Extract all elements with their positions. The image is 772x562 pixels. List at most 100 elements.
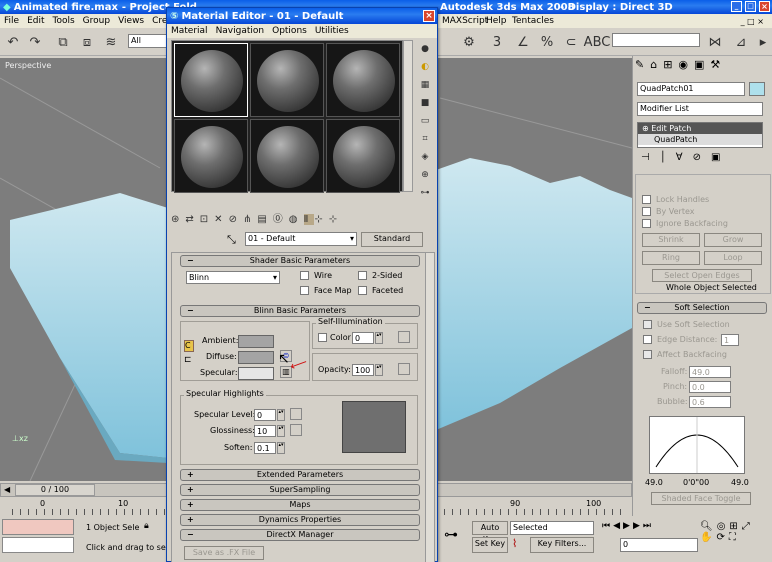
sample-slot-scrollbar[interactable] xyxy=(403,40,413,192)
redo-icon[interactable]: ↷ xyxy=(24,31,46,53)
go-to-parent-icon[interactable]: ⊹ xyxy=(314,214,328,225)
set-key-icon[interactable]: ⌇ xyxy=(512,537,517,550)
make-preview-icon[interactable]: ⌗ xyxy=(418,132,432,146)
snap-toggle-icon[interactable]: ⚙ xyxy=(458,31,480,53)
menu-tentacles[interactable]: Tentacles xyxy=(508,16,558,26)
modifier-list-dropdown[interactable]: Modifier List xyxy=(637,102,763,116)
viewport-label[interactable]: Perspective xyxy=(5,61,51,70)
undo-icon[interactable]: ↶ xyxy=(2,31,24,53)
go-forward-to-sibling-icon[interactable]: ⊹ xyxy=(329,214,343,225)
loop-button[interactable]: Loop xyxy=(704,251,762,265)
spinner-snap-icon[interactable]: ⊂ xyxy=(560,31,582,53)
shader-basic-rollout[interactable]: − Shader Basic Parameters xyxy=(180,255,420,267)
bubble-field[interactable]: 0.6 xyxy=(689,396,731,408)
directx-manager-rollout[interactable]: − DirectX Manager xyxy=(180,529,420,541)
glossiness-map-button[interactable] xyxy=(290,424,302,436)
material-type-button[interactable]: Standard xyxy=(361,232,423,247)
maps-rollout[interactable]: + Maps xyxy=(180,499,420,511)
stack-item-edit-patch[interactable]: ⊕ Edit Patch xyxy=(638,123,762,134)
parameters-scrollbar[interactable] xyxy=(425,252,435,562)
current-frame-field[interactable]: 0 xyxy=(620,538,698,552)
key-mode-dropdown[interactable]: Selected xyxy=(510,521,594,535)
self-illum-color-checkbox[interactable] xyxy=(318,333,327,342)
time-slider-prev-icon[interactable]: ◀ xyxy=(4,485,10,494)
mirror-icon[interactable]: ⋈ xyxy=(704,31,726,53)
playback-controls[interactable]: ⏮◀▶▶⏭ xyxy=(602,521,682,535)
opacity-spinner[interactable]: ▴▾ xyxy=(375,364,383,376)
edit-named-selection-icon[interactable]: ABC xyxy=(584,31,611,53)
two-sided-checkbox[interactable] xyxy=(358,271,367,280)
shrink-button[interactable]: Shrink xyxy=(642,233,700,247)
specular-level-spinner[interactable]: ▴▾ xyxy=(277,409,285,421)
named-selection-dropdown[interactable] xyxy=(612,33,700,47)
diffuse-swatch[interactable] xyxy=(238,351,274,364)
sample-slot[interactable] xyxy=(326,119,400,193)
angle-snap-icon[interactable]: ∠ xyxy=(512,31,534,53)
get-material-icon[interactable]: ⊛ xyxy=(171,214,185,225)
percent-snap-icon[interactable]: % xyxy=(536,31,558,53)
background-icon[interactable]: ▦ xyxy=(418,78,432,92)
by-vertex-checkbox[interactable] xyxy=(642,207,651,216)
material-map-navigator-icon[interactable]: ⊶ xyxy=(418,186,432,200)
command-panel-tabs[interactable]: ✎⌂⊞◉▣⚒ xyxy=(635,58,771,78)
sample-slot[interactable] xyxy=(250,43,324,117)
specular-level-field[interactable]: 0 xyxy=(254,409,276,421)
soft-selection-rollout[interactable]: − Soft Selection xyxy=(637,302,767,314)
select-open-edges-button[interactable]: Select Open Edges xyxy=(652,269,752,282)
time-slider-thumb[interactable]: 0 / 100 xyxy=(15,484,95,496)
pick-material-icon[interactable]: ⤡ xyxy=(227,233,236,247)
specular-level-map-button[interactable] xyxy=(290,408,302,420)
put-to-library-icon[interactable]: ▤ xyxy=(257,214,272,225)
shader-type-dropdown[interactable]: Blinn ▾ xyxy=(186,271,280,284)
self-illum-map-button[interactable] xyxy=(398,331,410,343)
self-illum-value-field[interactable]: 0 xyxy=(352,332,374,344)
sample-slot[interactable] xyxy=(174,119,248,193)
bind-space-warp-icon[interactable]: ≋ xyxy=(100,31,122,53)
maxscript-listener[interactable] xyxy=(2,519,74,535)
sample-slot[interactable] xyxy=(326,43,400,117)
extended-parameters-rollout[interactable]: + Extended Parameters xyxy=(180,469,420,481)
object-color-swatch[interactable] xyxy=(749,82,765,96)
stack-tools[interactable]: ⊣│∀⊘▣ xyxy=(641,152,761,166)
selection-filter-dropdown[interactable]: All xyxy=(128,34,168,48)
save-as-fx-button[interactable]: Save as .FX File xyxy=(184,546,264,560)
maximize-button[interactable]: □ xyxy=(745,1,756,12)
menu-utilities[interactable]: Utilities xyxy=(311,26,353,36)
menu-options[interactable]: Options xyxy=(268,26,311,36)
specular-swatch[interactable] xyxy=(238,367,274,380)
uv-tiling-icon[interactable]: ■ xyxy=(418,96,432,110)
lock-ambient-diffuse-icon[interactable]: C xyxy=(184,340,194,352)
maxscript-input[interactable] xyxy=(2,537,74,553)
edge-distance-field[interactable]: 1 xyxy=(721,334,739,346)
menu-window-controls[interactable]: _ □ × xyxy=(737,17,768,26)
show-end-result-icon[interactable]: Ⅱ xyxy=(303,214,315,225)
backlight-icon[interactable]: ◐ xyxy=(418,60,432,74)
shaded-face-toggle-button[interactable]: Shaded Face Toggle xyxy=(651,492,751,505)
edge-distance-checkbox[interactable] xyxy=(643,335,652,344)
show-map-in-viewport-icon[interactable]: ◍ xyxy=(289,214,304,225)
glossiness-spinner[interactable]: ▴▾ xyxy=(277,425,285,437)
unlink-icon[interactable]: ⧈ xyxy=(76,31,98,53)
material-name-field[interactable]: 01 - Default ▾ xyxy=(245,232,357,246)
lock-handles-checkbox[interactable] xyxy=(642,195,651,204)
toolbar-scroll-icon[interactable]: ▸ xyxy=(752,31,772,53)
soften-spinner[interactable]: ▴▾ xyxy=(277,442,285,454)
ignore-backfacing-checkbox[interactable] xyxy=(642,219,651,228)
falloff-field[interactable]: 49.0 xyxy=(689,366,731,378)
put-to-scene-icon[interactable]: ⇄ xyxy=(185,214,199,225)
menu-tools[interactable]: Tools xyxy=(49,16,79,26)
minimize-button[interactable]: _ xyxy=(731,1,742,12)
affect-backfacing-checkbox[interactable] xyxy=(643,350,652,359)
stack-item-quadpatch[interactable]: QuadPatch xyxy=(638,134,762,145)
viewport-nav-controls[interactable]: 🔍︎◎⊞⤢ ✋⟳⛶ xyxy=(700,521,770,553)
pinch-field[interactable]: 0.0 xyxy=(689,381,731,393)
use-soft-selection-checkbox[interactable] xyxy=(643,320,652,329)
sample-type-icon[interactable]: ● xyxy=(418,42,432,56)
opacity-map-button[interactable] xyxy=(398,363,410,375)
menu-views[interactable]: Views xyxy=(114,16,148,26)
soften-field[interactable]: 0.1 xyxy=(254,442,276,454)
assign-material-icon[interactable]: ⊡ xyxy=(200,214,214,225)
dynamics-properties-rollout[interactable]: + Dynamics Properties xyxy=(180,514,420,526)
self-illum-spinner[interactable]: ▴▾ xyxy=(375,332,383,344)
material-editor-close-button[interactable]: × xyxy=(423,10,435,22)
